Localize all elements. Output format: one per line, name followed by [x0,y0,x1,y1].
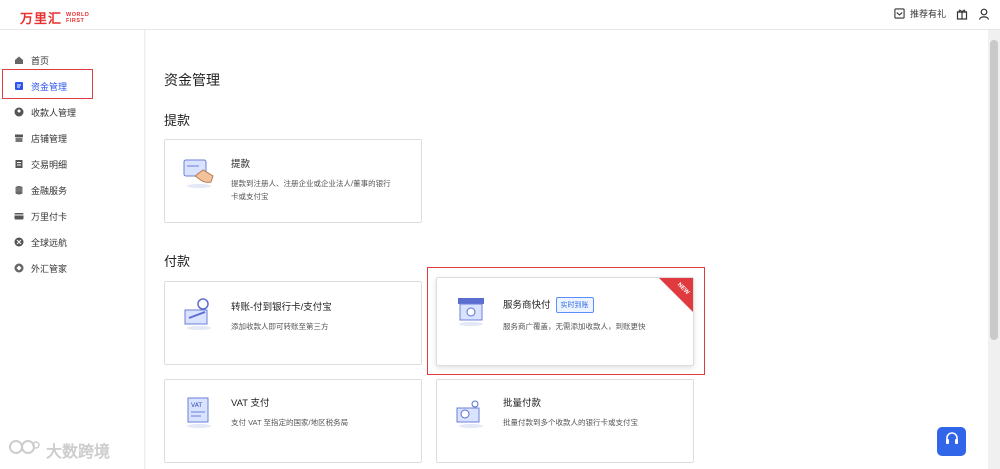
transfer-title: 转账-付到银行卡/支付宝 [231,302,332,313]
transfer-icon [181,296,217,332]
watermark-text: 大数跨境 [46,443,111,461]
invite-icon [894,8,906,20]
sidebar-item-label: 收款人管理 [31,107,77,118]
page-title: 资金管理 [164,72,220,88]
sidebar-item-stores[interactable]: 店铺管理 [14,128,67,148]
watermark-logo-icon [8,437,42,462]
sidebar-item-label: 首页 [31,55,50,66]
transactions-icon [14,159,24,169]
logo-text: 万里汇 [20,12,63,27]
gift-icon[interactable] [956,8,968,20]
fx-icon [14,263,24,273]
section-title-withdraw: 提款 [164,113,191,128]
vat-title: VAT 支付 [231,398,270,409]
section-title-pay: 付款 [164,254,191,269]
sidebar-item-label: 外汇管家 [31,263,68,274]
customer-service-button[interactable] [937,427,966,456]
finance-icon [14,185,24,195]
globe-icon [14,237,24,247]
sidebar-item-payees[interactable]: 收款人管理 [14,102,76,122]
sidebar-item-label: 全球远航 [31,237,68,248]
transfer-card[interactable]: 转账-付到银行卡/支付宝 添加收款人即可转账至第三方 [164,281,422,365]
main-content: 资金管理 提款 提款 提款到注册人、注册企业或企业法人/董事的银行 卡或支付宝 付… [146,30,988,469]
provider-highlight [427,267,705,375]
sidebar-item-label: 金融服务 [31,185,68,196]
sidebar-item-finance[interactable]: 金融服务 [14,180,67,200]
sidebar-item-home[interactable]: 首页 [14,50,49,70]
store-icon [14,133,24,143]
withdraw-icon [181,154,217,190]
logo-en-text: WORLD FIRST [66,11,90,24]
scroll-thumb[interactable] [990,40,998,340]
sidebar-item-globe[interactable]: 全球远航 [14,232,67,252]
sidebar-item-card[interactable]: 万里付卡 [14,206,67,226]
withdraw-card[interactable]: 提款 提款到注册人、注册企业或企业法人/董事的银行 卡或支付宝 [164,139,422,223]
invite-label: 推荐有礼 [909,9,946,19]
home-icon [14,55,24,65]
card-icon [14,211,24,221]
logo[interactable]: 万里汇 WORLD FIRST [20,8,90,28]
withdraw-title: 提款 [231,159,251,170]
batch-title: 批量付款 [503,398,542,409]
sidebar-item-transactions[interactable]: 交易明细 [14,154,67,174]
scrollbar[interactable] [988,30,1000,469]
batch-desc: 批量付款到多个收款人的银行卡或支付宝 [503,418,638,427]
batch-card[interactable]: 批量付款 批量付款到多个收款人的银行卡或支付宝 [436,379,694,463]
sidebar-item-label: 交易明细 [31,159,68,170]
vat-card[interactable]: VAT VAT 支付 支付 VAT 至指定的国家/地区税务局 [164,379,422,463]
vat-desc: 支付 VAT 至指定的国家/地区税务局 [231,418,349,427]
watermark: 大数跨境 [8,437,110,462]
svg-text:VAT: VAT [191,402,202,409]
payee-icon [14,107,24,117]
batch-icon [453,394,489,430]
headset-icon [944,431,960,452]
invite-link[interactable]: 推荐有礼 [894,7,946,20]
sidebar-active-highlight [2,69,93,99]
sidebar-item-fx[interactable]: 外汇管家 [14,258,67,278]
sidebar-item-label: 店铺管理 [31,133,68,144]
sidebar-item-label: 万里付卡 [31,211,68,222]
top-bar: 万里汇 WORLD FIRST 推荐有礼 [0,0,1000,30]
vat-icon: VAT [181,394,217,430]
user-icon[interactable] [978,8,990,20]
transfer-desc: 添加收款人即可转账至第三方 [231,322,329,331]
withdraw-desc: 提款到注册人、注册企业或企业法人/董事的银行 卡或支付宝 [231,179,391,201]
